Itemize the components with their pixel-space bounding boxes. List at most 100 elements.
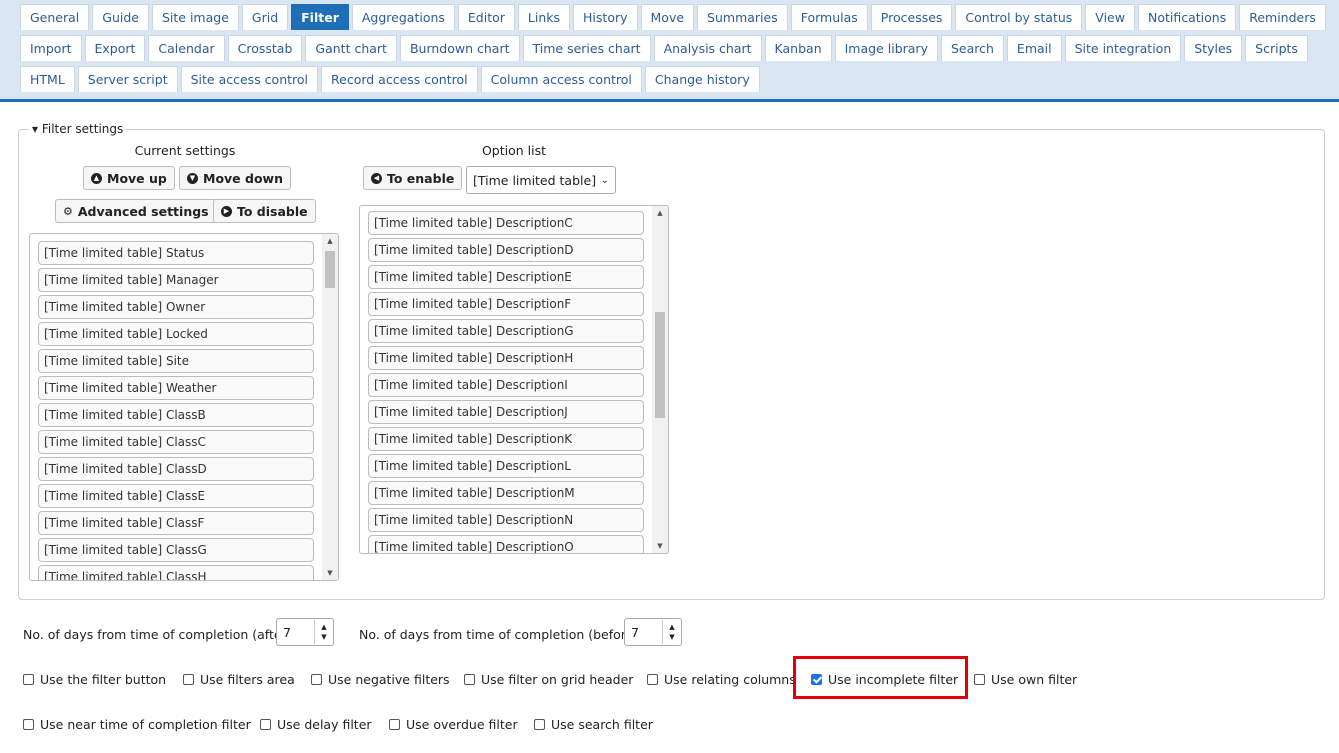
list-item[interactable]: [Time limited table] Owner bbox=[38, 295, 314, 319]
tab-processes[interactable]: Processes bbox=[870, 4, 953, 30]
tab-scripts[interactable]: Scripts bbox=[1245, 35, 1308, 61]
tab-analysis-chart[interactable]: Analysis chart bbox=[653, 35, 762, 61]
use-search-filter-checkbox[interactable]: Use search filter bbox=[534, 717, 653, 732]
tab-change-history[interactable]: Change history bbox=[644, 66, 760, 92]
move-up-button[interactable]: ▲ Move up bbox=[83, 166, 175, 190]
list-item[interactable]: [Time limited table] DescriptionJ bbox=[368, 400, 644, 424]
tab-summaries[interactable]: Summaries bbox=[697, 4, 788, 30]
tab-site-access-control[interactable]: Site access control bbox=[180, 66, 319, 92]
list-item[interactable]: [Time limited table] ClassC bbox=[38, 430, 314, 454]
tab-general[interactable]: General bbox=[20, 4, 90, 30]
tab-styles[interactable]: Styles bbox=[1184, 35, 1243, 61]
tab-server-script[interactable]: Server script bbox=[77, 66, 178, 92]
tab-import[interactable]: Import bbox=[20, 35, 82, 61]
tab-control-by-status[interactable]: Control by status bbox=[955, 4, 1083, 30]
tab-burndown-chart[interactable]: Burndown chart bbox=[399, 35, 520, 61]
scrollbar-thumb[interactable] bbox=[325, 251, 335, 288]
list-item[interactable]: [Time limited table] ClassD bbox=[38, 457, 314, 481]
tab-site-integration[interactable]: Site integration bbox=[1064, 35, 1182, 61]
list-item[interactable]: [Time limited table] DescriptionO bbox=[368, 535, 644, 553]
current-settings-list[interactable]: [Time limited table] Status [Time limited… bbox=[29, 233, 339, 581]
list-item[interactable]: [Time limited table] Locked bbox=[38, 322, 314, 346]
list-item[interactable]: [Time limited table] ClassE bbox=[38, 484, 314, 508]
use-filter-button-checkbox[interactable]: Use the filter button bbox=[23, 672, 166, 687]
list-item[interactable]: [Time limited table] ClassG bbox=[38, 538, 314, 562]
tab-history[interactable]: History bbox=[573, 4, 638, 30]
list-item[interactable]: [Time limited table] DescriptionG bbox=[368, 319, 644, 343]
gear-icon: ⚙ bbox=[63, 204, 73, 218]
use-own-filter-checkbox[interactable]: Use own filter bbox=[974, 672, 1077, 687]
tab-links[interactable]: Links bbox=[517, 4, 571, 30]
advanced-settings-button[interactable]: ⚙ Advanced settings bbox=[55, 199, 217, 223]
spinner-icon[interactable]: ▲ ▼ bbox=[314, 620, 333, 644]
tab-grid[interactable]: Grid bbox=[241, 4, 289, 30]
tab-aggregations[interactable]: Aggregations bbox=[351, 4, 455, 30]
days-before-input[interactable]: 7 ▲ ▼ bbox=[624, 618, 682, 646]
list-item[interactable]: [Time limited table] Status bbox=[38, 241, 314, 265]
filter-settings-legend[interactable]: ▾ Filter settings bbox=[29, 122, 126, 136]
tab-reminders[interactable]: Reminders bbox=[1239, 4, 1326, 30]
move-down-button[interactable]: ▼ Move down bbox=[179, 166, 291, 190]
scrollbar-thumb[interactable] bbox=[655, 312, 665, 418]
use-filter-on-grid-header-checkbox[interactable]: Use filter on grid header bbox=[464, 672, 633, 687]
tab-time-series-chart[interactable]: Time series chart bbox=[522, 35, 651, 61]
tab-notifications[interactable]: Notifications bbox=[1137, 4, 1237, 30]
spinner-icon[interactable]: ▲ ▼ bbox=[662, 620, 681, 644]
scroll-down-icon[interactable]: ▼ bbox=[322, 566, 338, 580]
use-filters-area-checkbox[interactable]: Use filters area bbox=[183, 672, 295, 687]
use-near-completion-filter-checkbox[interactable]: Use near time of completion filter bbox=[23, 717, 251, 732]
option-list-caption: Option list bbox=[481, 143, 547, 158]
to-disable-button[interactable]: ▶ To disable bbox=[213, 199, 316, 223]
list-item[interactable]: [Time limited table] DescriptionD bbox=[368, 238, 644, 262]
list-item[interactable]: [Time limited table] DescriptionN bbox=[368, 508, 644, 532]
days-after-input[interactable]: 7 ▲ ▼ bbox=[276, 618, 334, 646]
scroll-up-icon[interactable]: ▲ bbox=[652, 206, 668, 220]
tab-export[interactable]: Export bbox=[84, 35, 146, 61]
tab-formulas[interactable]: Formulas bbox=[790, 4, 868, 30]
list-item[interactable]: [Time limited table] DescriptionH bbox=[368, 346, 644, 370]
use-relating-columns-checkbox[interactable]: Use relating columns bbox=[647, 672, 796, 687]
tab-gantt-chart[interactable]: Gantt chart bbox=[305, 35, 397, 61]
list-item[interactable]: [Time limited table] ClassH bbox=[38, 565, 314, 580]
tab-kanban[interactable]: Kanban bbox=[764, 35, 832, 61]
list-item[interactable]: [Time limited table] DescriptionF bbox=[368, 292, 644, 316]
use-overdue-filter-checkbox[interactable]: Use overdue filter bbox=[389, 717, 518, 732]
list-item[interactable]: [Time limited table] DescriptionE bbox=[368, 265, 644, 289]
option-list[interactable]: [Time limited table] DescriptionC [Time l… bbox=[359, 205, 669, 554]
scroll-up-icon[interactable]: ▲ bbox=[322, 234, 338, 248]
tab-column-access-control[interactable]: Column access control bbox=[480, 66, 642, 92]
tab-site-image[interactable]: Site image bbox=[151, 4, 239, 30]
list-item[interactable]: [Time limited table] Weather bbox=[38, 376, 314, 400]
use-negative-filters-checkbox[interactable]: Use negative filters bbox=[311, 672, 450, 687]
tab-search[interactable]: Search bbox=[940, 35, 1004, 61]
tab-calendar[interactable]: Calendar bbox=[148, 35, 225, 61]
tab-html[interactable]: HTML bbox=[20, 66, 75, 92]
option-table-select[interactable]: [Time limited table] ⌄ bbox=[466, 166, 616, 194]
tab-move[interactable]: Move bbox=[640, 4, 695, 30]
tab-guide[interactable]: Guide bbox=[92, 4, 149, 30]
list-item[interactable]: [Time limited table] DescriptionK bbox=[368, 427, 644, 451]
list-item[interactable]: [Time limited table] DescriptionI bbox=[368, 373, 644, 397]
list-item[interactable]: [Time limited table] Site bbox=[38, 349, 314, 373]
to-enable-button[interactable]: ◀ To enable bbox=[363, 166, 463, 190]
tab-crosstab[interactable]: Crosstab bbox=[227, 35, 303, 61]
list-item[interactable]: [Time limited table] DescriptionL bbox=[368, 454, 644, 478]
collapse-triangle-icon: ▾ bbox=[32, 122, 39, 136]
use-delay-filter-checkbox[interactable]: Use delay filter bbox=[260, 717, 372, 732]
tab-row-2: Import Export Calendar Crosstab Gantt chart B… bbox=[20, 31, 1311, 62]
list-item[interactable]: [Time limited table] ClassB bbox=[38, 403, 314, 427]
tab-view[interactable]: View bbox=[1085, 4, 1135, 30]
tab-image-library[interactable]: Image library bbox=[834, 35, 938, 61]
option-list-scrollbar[interactable]: ▲ ▼ bbox=[652, 206, 668, 553]
list-item[interactable]: [Time limited table] Manager bbox=[38, 268, 314, 292]
list-item[interactable]: [Time limited table] ClassF bbox=[38, 511, 314, 535]
tab-email[interactable]: Email bbox=[1006, 35, 1062, 61]
current-list-scrollbar[interactable]: ▲ ▼ bbox=[322, 234, 338, 580]
tab-editor[interactable]: Editor bbox=[457, 4, 515, 30]
filter-panel: ▾ Filter settings Current settings Optio… bbox=[0, 102, 1339, 753]
list-item[interactable]: [Time limited table] DescriptionM bbox=[368, 481, 644, 505]
tab-record-access-control[interactable]: Record access control bbox=[321, 66, 478, 92]
tab-filter[interactable]: Filter bbox=[291, 4, 349, 30]
list-item[interactable]: [Time limited table] DescriptionC bbox=[368, 211, 644, 235]
scroll-down-icon[interactable]: ▼ bbox=[652, 539, 668, 553]
